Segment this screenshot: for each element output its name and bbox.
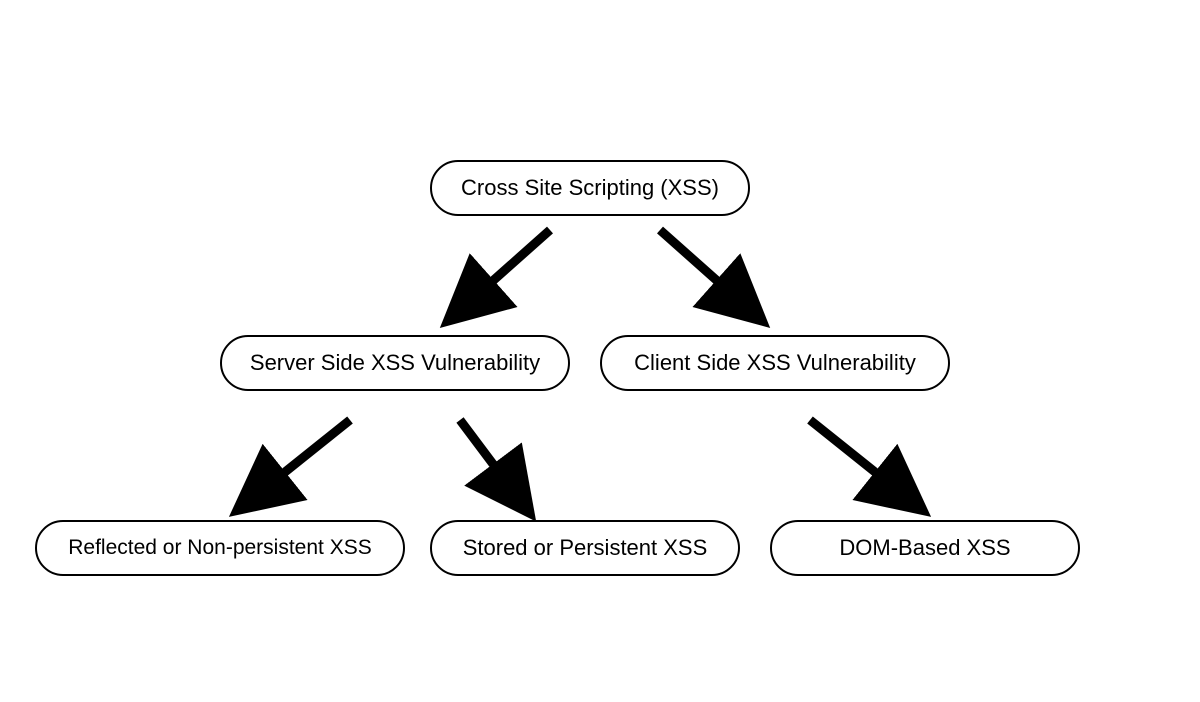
- node-stored: Stored or Persistent XSS: [430, 520, 740, 576]
- node-dom: DOM-Based XSS: [770, 520, 1080, 576]
- edge-client-dom: [810, 420, 910, 500]
- edge-server-stored: [460, 420, 520, 500]
- node-client: Client Side XSS Vulnerability: [600, 335, 950, 391]
- edge-root-client: [660, 230, 750, 310]
- arrow-layer: [0, 0, 1200, 702]
- node-server: Server Side XSS Vulnerability: [220, 335, 570, 391]
- node-reflected: Reflected or Non-persistent XSS: [35, 520, 405, 576]
- node-reflected-label: Reflected or Non-persistent XSS: [68, 535, 371, 560]
- diagram-canvas: Cross Site Scripting (XSS) Server Side X…: [0, 0, 1200, 702]
- edge-server-reflected: [250, 420, 350, 500]
- node-stored-label: Stored or Persistent XSS: [463, 535, 708, 561]
- node-server-label: Server Side XSS Vulnerability: [250, 350, 540, 376]
- node-root: Cross Site Scripting (XSS): [430, 160, 750, 216]
- node-dom-label: DOM-Based XSS: [839, 535, 1010, 561]
- node-client-label: Client Side XSS Vulnerability: [634, 350, 916, 376]
- edge-root-server: [460, 230, 550, 310]
- node-root-label: Cross Site Scripting (XSS): [461, 175, 719, 201]
